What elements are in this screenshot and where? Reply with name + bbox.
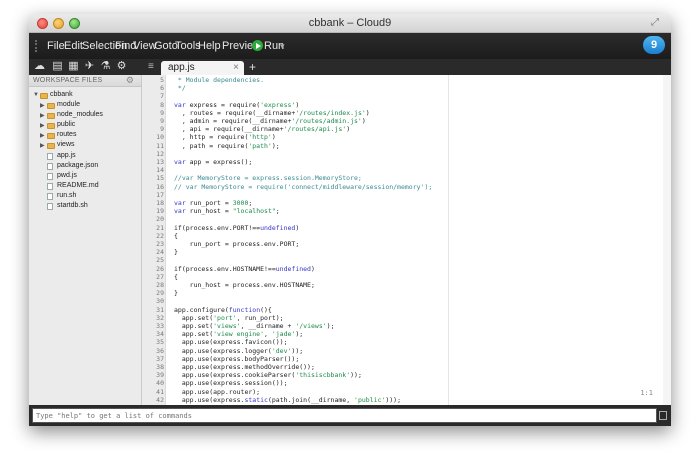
tab-app-js[interactable]: app.js × [161,61,244,75]
workspace-settings-icon[interactable]: ⚙ [126,75,134,86]
cursor-position: 1:1 [640,389,653,397]
command-bar [29,405,671,426]
folder-icon [47,123,55,129]
files-icon[interactable]: ▤ [51,60,64,73]
test-icon[interactable]: ⚗ [99,60,112,73]
window-title: cbbank – Cloud9 [308,17,392,29]
new-tab-button[interactable]: + [249,60,256,74]
workspace-sidebar: WORKSPACE FILES ⚙ ▼ cbbank ▶ module ▶ no… [29,75,142,405]
collapsed-arrow-icon[interactable]: ▶ [40,102,45,109]
menu-file[interactable]: File [47,40,65,52]
tree-label: pwd.js [57,172,77,179]
run-icon[interactable] [252,40,263,51]
expanded-arrow-icon[interactable]: ▼ [33,92,39,98]
tab-label: app.js [168,62,195,73]
md-file-icon [47,183,53,190]
tab-close-icon[interactable]: × [233,62,239,73]
cloud-icon[interactable]: ☁ [33,60,46,73]
collapsed-arrow-icon[interactable]: ▶ [40,122,45,129]
folder-icon [47,133,55,139]
navigate-icon[interactable]: ▦ [67,60,80,73]
run-dropdown-icon[interactable]: ▾ [280,41,285,52]
command-input[interactable] [32,408,657,423]
menu-edit[interactable]: Edit [64,40,83,52]
folder-icon [47,113,55,119]
menu-help[interactable]: Help [198,40,221,52]
title-bar: cbbank – Cloud9 ⤢ [29,14,671,33]
vertical-scrollbar[interactable] [663,75,671,405]
folder-icon [47,143,55,149]
tree-label: routes [57,131,77,138]
folder-icon [47,103,55,109]
ide-window: cbbank – Cloud9 ⤢ File Edit Selection Fi… [29,14,671,426]
workspace-title: WORKSPACE FILES [33,77,103,84]
tree-label: module [57,101,80,108]
tree-label: run.sh [57,192,77,199]
js-file-icon [47,153,53,160]
toolbar: ☁ ▤ ▦ ✈ ⚗ ⚙ [29,59,142,75]
collapsed-arrow-icon[interactable]: ▶ [40,112,45,119]
js-file-icon [47,173,53,180]
tree-label: cbbank [50,91,73,98]
tree-label: app.js [57,152,76,159]
sh-file-icon [47,203,53,210]
tabs-menu-icon[interactable]: ≡ [148,61,154,72]
tree-label: package.json [57,162,99,169]
menu-tools[interactable]: Tools [175,40,201,52]
collapsed-arrow-icon[interactable]: ▶ [40,142,45,149]
settings-gear-icon[interactable]: ⚙ [115,60,128,73]
tree-label: README.md [57,182,99,189]
tree-label: public [57,121,76,128]
fullscreen-icon[interactable]: ⤢ [651,17,663,29]
menu-grip-icon [35,40,41,52]
tree-label: node_modules [57,111,103,118]
tab-bar: ≡ app.js × + [142,59,671,75]
code-editor[interactable]: 5 * Module dependencies. 6 */7 8 var expres… [143,75,671,405]
json-file-icon [47,163,53,170]
tree-label: startdb.sh [57,202,88,209]
collapsed-arrow-icon[interactable]: ▶ [40,132,45,139]
run-panel-icon[interactable]: ✈ [83,60,96,73]
workspace-header: WORKSPACE FILES ⚙ [29,75,141,87]
folder-icon [40,93,48,99]
console-toggle-icon[interactable] [659,411,667,420]
sh-file-icon [47,193,53,200]
cloud9-logo[interactable]: 9 [643,36,665,54]
tree-label: views [57,141,75,148]
menu-bar: File Edit Selection Find View Goto Tools… [29,33,671,59]
